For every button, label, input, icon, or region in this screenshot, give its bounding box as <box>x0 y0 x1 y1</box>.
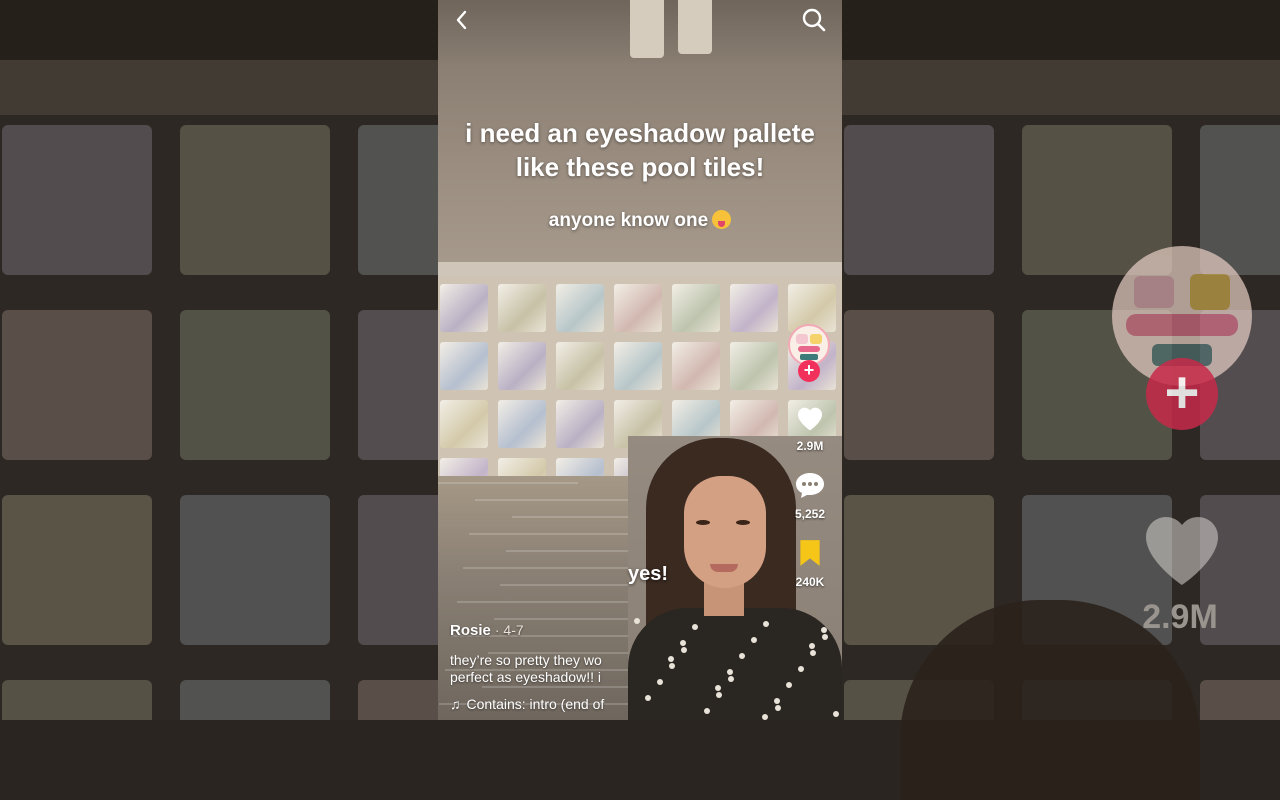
video-caption-main: i need an eyeshadow pallete like these p… <box>438 116 842 184</box>
sound-text: Contains: intro (end of <box>466 696 605 712</box>
sound-info[interactable]: ♫ Contains: intro (end of <box>450 696 628 712</box>
description-line-2: perfect as eyeshadow!! i <box>450 669 601 685</box>
username-text[interactable]: Rosie <box>450 622 491 639</box>
video-caption-sub: anyone know one <box>438 210 842 232</box>
comment-button[interactable]: 5,252 <box>786 470 834 521</box>
post-date: · 4-7 <box>494 622 524 638</box>
caption-line-1: i need an eyeshadow pallete <box>465 118 815 148</box>
comment-bubble-icon <box>796 473 824 498</box>
description-line-1: they’re so pretty they wo <box>450 652 602 668</box>
video-player[interactable]: i need an eyeshadow pallete like these p… <box>438 0 842 720</box>
caption-line-2: like these pool tiles! <box>515 152 765 182</box>
music-note-icon: ♫ <box>450 696 461 712</box>
creator-username[interactable]: Rosie · 4-7 <box>450 622 524 639</box>
video-description[interactable]: they’re so pretty they wo perfect as eye… <box>450 652 628 686</box>
saves-count: 240K <box>795 575 825 589</box>
background-likes-count: 2.9M <box>1142 598 1218 636</box>
save-button[interactable]: 240K <box>786 538 834 589</box>
background-heart-icon <box>1146 517 1218 585</box>
bookmark-icon <box>800 540 820 566</box>
search-icon[interactable] <box>800 6 828 34</box>
back-chevron-icon[interactable] <box>448 6 476 34</box>
tongue-out-emoji-icon <box>712 210 732 229</box>
background-follow-plus-enlarged: + <box>1146 358 1218 430</box>
comments-count: 5,252 <box>794 507 826 521</box>
heart-icon <box>798 407 822 431</box>
background-blur-left <box>0 0 438 720</box>
follow-button[interactable]: + <box>798 360 820 382</box>
caption-sub-text: anyone know one <box>548 210 709 231</box>
reply-caption: yes! <box>628 563 669 585</box>
like-button[interactable]: 2.9M <box>786 402 834 453</box>
likes-count: 2.9M <box>796 439 824 453</box>
